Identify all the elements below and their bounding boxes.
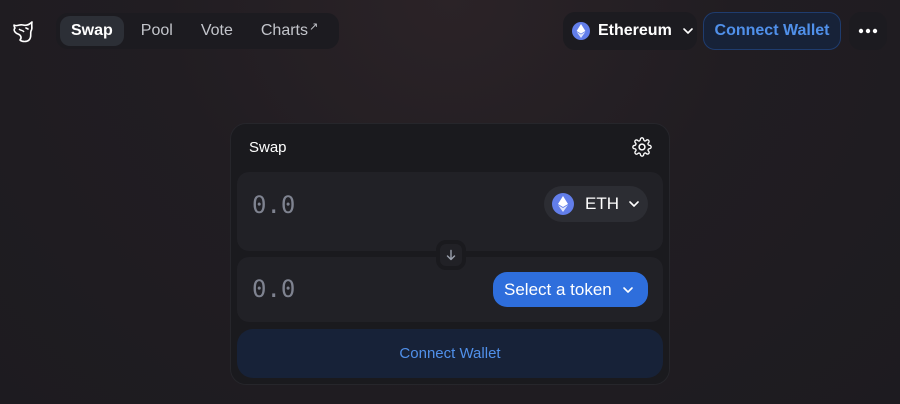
output-amount-field[interactable]	[252, 275, 482, 303]
more-dots-icon	[858, 28, 878, 34]
swap-card-title: Swap	[249, 139, 287, 156]
select-token-label: Select a token	[504, 279, 612, 299]
input-token-label: ETH	[585, 194, 619, 213]
nav-pool-label: Pool	[140, 22, 173, 39]
nav-charts-label: Charts	[260, 22, 308, 39]
uniswap-logo-icon[interactable]	[10, 19, 36, 45]
nav-swap-label: Swap	[71, 22, 113, 39]
more-options-button[interactable]	[849, 12, 887, 50]
chevron-down-icon	[629, 201, 639, 207]
nav-pool[interactable]: Pool	[130, 16, 184, 46]
select-token-button[interactable]: Select a token	[493, 272, 648, 307]
ethereum-icon	[552, 193, 574, 215]
gear-icon[interactable]	[632, 137, 652, 157]
input-amount-field[interactable]	[252, 191, 482, 219]
main-nav: Swap Pool Vote Charts ↗	[56, 13, 340, 49]
nav-charts[interactable]: Charts ↗	[250, 16, 329, 46]
network-selector-button[interactable]: Ethereum	[563, 12, 697, 50]
switch-direction-button[interactable]	[436, 240, 466, 270]
header-connect-wallet-button[interactable]: Connect Wallet	[703, 12, 841, 50]
chevron-down-icon	[622, 286, 633, 293]
swap-connect-wallet-button[interactable]: Connect Wallet	[237, 329, 663, 378]
network-label: Ethereum	[598, 22, 672, 39]
arrow-down-icon	[446, 249, 456, 261]
nav-vote[interactable]: Vote	[190, 16, 244, 46]
nav-vote-label: Vote	[200, 22, 233, 39]
input-token-selector-button[interactable]: ETH	[544, 186, 648, 222]
ethereum-icon	[572, 22, 590, 40]
nav-swap[interactable]: Swap	[60, 16, 124, 46]
external-link-icon: ↗	[308, 20, 319, 33]
swap-card: Swap ETH Select a token	[230, 123, 670, 385]
chevron-down-icon	[682, 28, 693, 34]
